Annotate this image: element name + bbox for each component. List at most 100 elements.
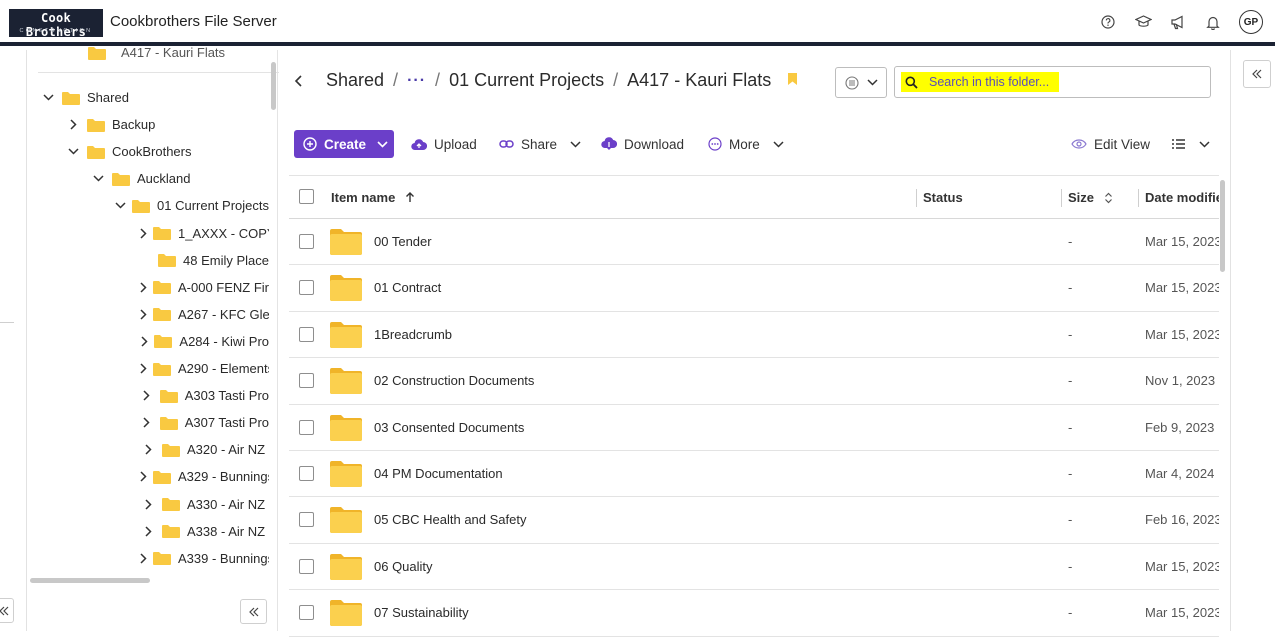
tree-item[interactable]: A339 - Bunnings bbox=[140, 545, 269, 572]
column-divider[interactable] bbox=[1138, 189, 1139, 207]
company-logo[interactable]: Cook Brothers CONSTRUCTION bbox=[9, 9, 103, 39]
row-checkbox[interactable] bbox=[299, 280, 314, 296]
tree-item[interactable]: 01 Current Projects bbox=[115, 192, 269, 219]
row-checkbox[interactable] bbox=[299, 373, 314, 389]
tree-item[interactable]: A303 Tasti Pro bbox=[140, 382, 269, 409]
item-name[interactable]: 02 Construction Documents bbox=[374, 373, 534, 388]
chevron-right-icon[interactable] bbox=[140, 388, 154, 404]
column-divider[interactable] bbox=[916, 189, 917, 207]
table-row[interactable]: 02 Construction Documents - Nov 1, 2023 bbox=[289, 358, 1219, 405]
tree-horizontal-scrollbar[interactable] bbox=[30, 578, 150, 583]
tree-item[interactable]: CookBrothers bbox=[65, 138, 269, 165]
download-button[interactable]: Download bbox=[601, 130, 684, 158]
chevron-right-icon[interactable] bbox=[140, 469, 147, 485]
more-button[interactable]: More bbox=[708, 130, 784, 158]
edit-view-button[interactable]: Edit View bbox=[1071, 130, 1150, 158]
sort-toggle-icon bbox=[1105, 192, 1112, 203]
table-row[interactable]: 06 Quality - Mar 15, 2023 bbox=[289, 544, 1219, 591]
chevron-down-icon[interactable] bbox=[115, 198, 126, 214]
column-header-status[interactable]: Status bbox=[923, 190, 963, 205]
table-row[interactable]: 00 Tender - Mar 15, 2023 bbox=[289, 219, 1219, 266]
tree-item[interactable]: A307 Tasti Pro bbox=[140, 409, 269, 436]
table-row[interactable]: 07 Sustainability - Mar 15, 2023 bbox=[289, 590, 1219, 637]
chevron-down-icon[interactable] bbox=[90, 171, 106, 187]
chevron-right-icon[interactable] bbox=[65, 117, 81, 133]
row-checkbox[interactable] bbox=[299, 234, 314, 249]
back-button[interactable] bbox=[294, 74, 314, 88]
tree-item[interactable]: A-000 FENZ Fire bbox=[140, 274, 269, 301]
table-vertical-scrollbar[interactable] bbox=[1220, 180, 1225, 272]
breadcrumb-shared[interactable]: Shared bbox=[326, 70, 384, 91]
table-row[interactable]: 05 CBC Health and Safety - Feb 16, 2023 bbox=[289, 497, 1219, 544]
tree-item[interactable]: A338 - Air NZ bbox=[140, 518, 269, 545]
view-mode-button[interactable] bbox=[1172, 130, 1210, 158]
breadcrumb-current-projects[interactable]: 01 Current Projects bbox=[449, 70, 604, 91]
announcement-icon[interactable] bbox=[1169, 13, 1187, 31]
chevron-right-icon[interactable] bbox=[140, 361, 147, 377]
item-name[interactable]: 05 CBC Health and Safety bbox=[374, 512, 526, 527]
chevron-right-icon[interactable] bbox=[140, 550, 147, 566]
expand-details-button[interactable] bbox=[1243, 60, 1271, 88]
column-divider[interactable] bbox=[1061, 189, 1062, 207]
tree-item[interactable]: Auckland bbox=[90, 165, 269, 192]
chevron-right-icon[interactable] bbox=[140, 496, 156, 512]
help-icon[interactable] bbox=[1099, 13, 1117, 31]
collapse-tree-button[interactable] bbox=[240, 599, 267, 624]
tree-item-partial[interactable]: A417 - Kauri Flats bbox=[88, 45, 225, 60]
bell-icon[interactable] bbox=[1204, 13, 1222, 31]
row-checkbox[interactable] bbox=[299, 419, 314, 435]
double-chevron-left-icon bbox=[0, 606, 9, 615]
chevron-right-icon[interactable] bbox=[140, 442, 156, 458]
search-placeholder: Search in this folder... bbox=[929, 75, 1050, 89]
column-header-size[interactable]: Size bbox=[1068, 190, 1113, 205]
tree-vertical-scrollbar[interactable] bbox=[271, 62, 276, 110]
search-scope-select[interactable] bbox=[835, 67, 887, 98]
create-button[interactable]: Create bbox=[294, 130, 394, 158]
item-name[interactable]: 03 Consented Documents bbox=[374, 420, 524, 435]
row-checkbox[interactable] bbox=[299, 326, 314, 342]
column-header-name[interactable]: Item name bbox=[331, 190, 415, 205]
chevron-right-icon[interactable] bbox=[140, 306, 147, 322]
chevron-right-icon[interactable] bbox=[140, 279, 147, 295]
item-name[interactable]: 00 Tender bbox=[374, 234, 432, 249]
tree-item[interactable]: A290 - Elements bbox=[140, 355, 269, 382]
table-row[interactable]: 04 PM Documentation - Mar 4, 2024 bbox=[289, 451, 1219, 498]
bookmark-icon[interactable] bbox=[787, 70, 798, 91]
learn-icon[interactable] bbox=[1134, 13, 1152, 31]
left-strip-collapse-button[interactable] bbox=[0, 598, 14, 623]
chevron-right-icon[interactable] bbox=[140, 333, 148, 349]
chevron-down-icon[interactable] bbox=[40, 90, 56, 106]
tree-item[interactable]: A284 - Kiwi Pro bbox=[140, 328, 269, 355]
upload-button[interactable]: Upload bbox=[411, 130, 477, 158]
item-name[interactable]: 04 PM Documentation bbox=[374, 466, 503, 481]
column-header-date[interactable]: Date modified bbox=[1145, 190, 1219, 205]
tree-item[interactable]: Shared bbox=[40, 84, 269, 111]
tree-item[interactable]: A329 - Bunnings bbox=[140, 463, 269, 490]
row-checkbox[interactable] bbox=[299, 605, 314, 621]
item-name[interactable]: 1Breadcrumb bbox=[374, 327, 452, 342]
table-row[interactable]: 1Breadcrumb - Mar 15, 2023 bbox=[289, 312, 1219, 359]
tree-item[interactable]: A267 - KFC Glen bbox=[140, 301, 269, 328]
share-button[interactable]: Share bbox=[499, 130, 581, 158]
tree-item[interactable]: 1_AXXX - COPY bbox=[140, 220, 269, 247]
item-name[interactable]: 06 Quality bbox=[374, 559, 433, 574]
chevron-right-icon[interactable] bbox=[140, 415, 154, 431]
breadcrumb-ellipsis[interactable]: ··· bbox=[407, 72, 426, 90]
item-name[interactable]: 07 Sustainability bbox=[374, 605, 469, 620]
chevron-down-icon[interactable] bbox=[65, 144, 81, 160]
tree-item[interactable]: A320 - Air NZ bbox=[140, 436, 269, 463]
row-checkbox[interactable] bbox=[299, 465, 314, 481]
tree-item[interactable]: A330 - Air NZ bbox=[140, 491, 269, 518]
chevron-right-icon[interactable] bbox=[140, 225, 147, 241]
table-row[interactable]: 03 Consented Documents - Feb 9, 2023 bbox=[289, 405, 1219, 451]
row-checkbox[interactable] bbox=[299, 558, 314, 574]
item-name[interactable]: 01 Contract bbox=[374, 280, 441, 295]
tree-item[interactable]: 48 Emily Place bbox=[140, 247, 269, 274]
search-input[interactable]: Search in this folder... bbox=[894, 66, 1211, 98]
tree-item[interactable]: Backup bbox=[65, 111, 269, 138]
chevron-right-icon[interactable] bbox=[140, 523, 156, 539]
avatar[interactable]: GP bbox=[1239, 10, 1263, 34]
table-row[interactable]: 01 Contract - Mar 15, 2023 bbox=[289, 265, 1219, 312]
row-checkbox[interactable] bbox=[299, 512, 314, 528]
select-all-checkbox[interactable] bbox=[299, 189, 314, 204]
